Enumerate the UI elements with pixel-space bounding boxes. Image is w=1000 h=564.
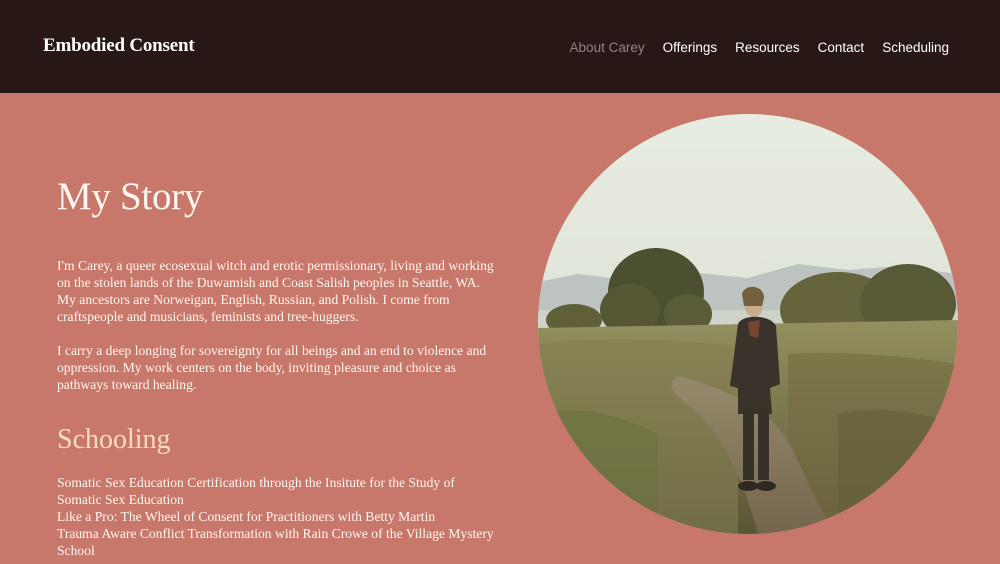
story-section: My Story I'm Carey, a queer ecosexual wi… [57, 175, 497, 559]
schooling-heading: Schooling [57, 423, 171, 455]
landscape-portrait-image [538, 114, 958, 534]
site-header: Embodied Consent About Carey Offerings R… [0, 0, 1000, 93]
schooling-list: Somatic Sex Education Certification thro… [57, 474, 497, 559]
page-title: My Story [57, 175, 204, 218]
story-paragraph-2: I carry a deep longing for sovereignty f… [57, 342, 487, 392]
nav-about-carey[interactable]: About Carey [570, 40, 645, 55]
schooling-item: Trauma Aware Conflict Transformation wit… [57, 525, 494, 558]
main-nav: About Carey Offerings Resources Contact … [570, 40, 949, 55]
schooling-item: Like a Pro: The Wheel of Consent for Pra… [57, 508, 436, 524]
profile-photo [538, 114, 958, 534]
site-logo-text[interactable]: Embodied Consent [43, 35, 195, 57]
nav-scheduling[interactable]: Scheduling [882, 40, 949, 55]
story-paragraph-1: I'm Carey, a queer ecosexual witch and e… [57, 257, 494, 324]
nav-offerings[interactable]: Offerings [663, 40, 718, 55]
nav-contact[interactable]: Contact [818, 40, 865, 55]
schooling-item: Somatic Sex Education Certification thro… [57, 474, 455, 507]
nav-resources[interactable]: Resources [735, 40, 800, 55]
